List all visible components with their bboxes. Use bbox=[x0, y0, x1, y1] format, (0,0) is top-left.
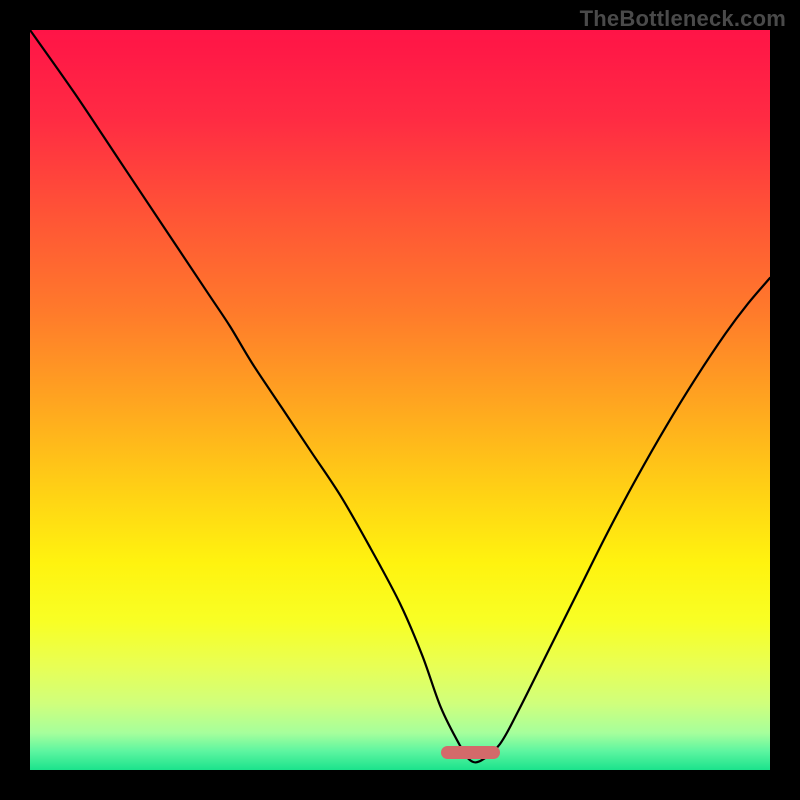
watermark-text: TheBottleneck.com bbox=[580, 6, 786, 32]
minimum-marker bbox=[441, 746, 500, 759]
bottleneck-curve bbox=[30, 30, 770, 770]
plot-area bbox=[30, 30, 770, 770]
chart-frame: TheBottleneck.com bbox=[0, 0, 800, 800]
